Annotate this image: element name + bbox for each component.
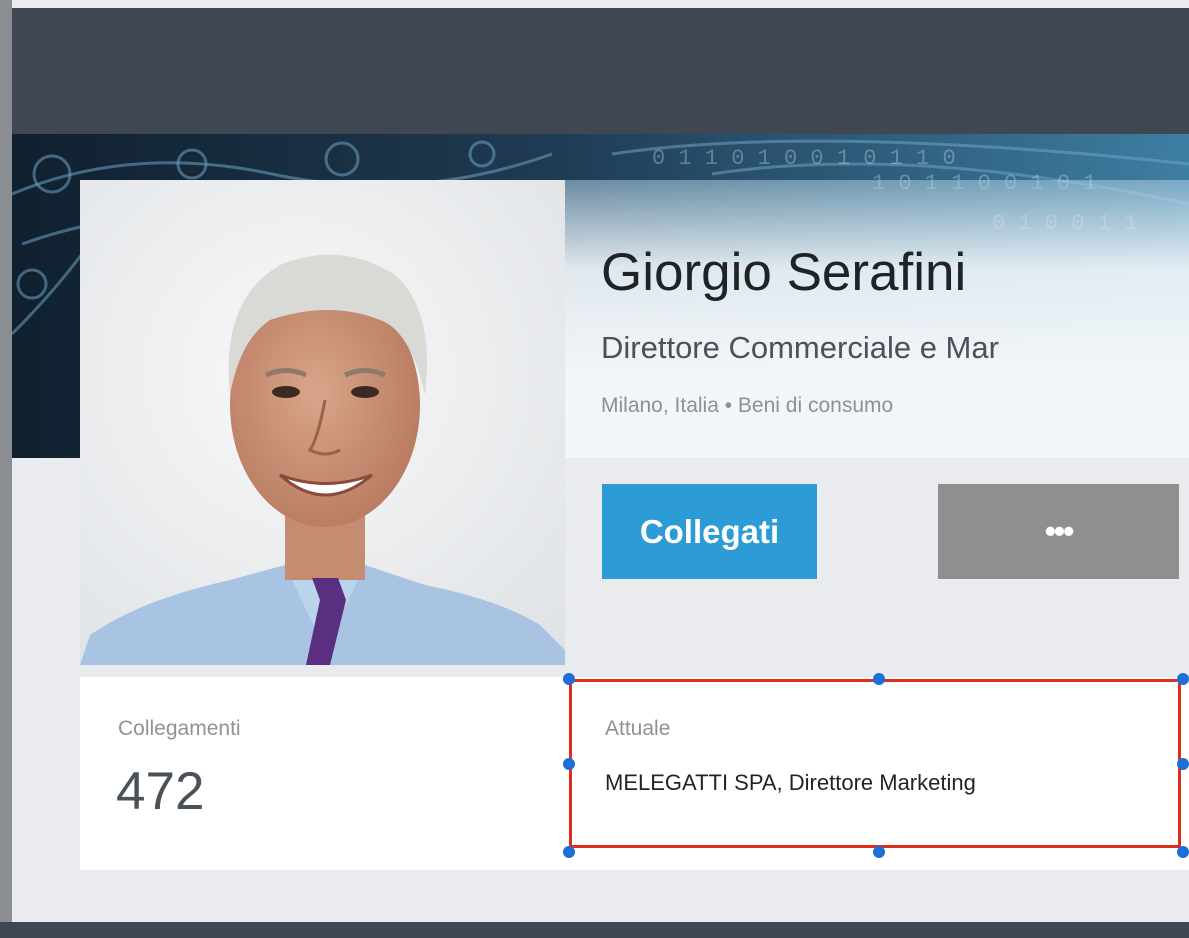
more-options-button[interactable]: ••• <box>938 484 1179 579</box>
resize-handle-middle-left[interactable] <box>563 758 575 770</box>
resize-handle-top-right[interactable] <box>1177 673 1189 685</box>
selection-outline[interactable] <box>569 679 1181 848</box>
resize-handle-top-center[interactable] <box>873 673 885 685</box>
connections-count[interactable]: 472 <box>116 761 204 822</box>
bottom-bar <box>0 922 1189 938</box>
profile-name: Giorgio Serafini <box>601 243 967 302</box>
resize-handle-bottom-center[interactable] <box>873 846 885 858</box>
profile-headline: Direttore Commerciale e Mar <box>601 330 999 365</box>
profile-header-info: Giorgio Serafini Direttore Commerciale e… <box>565 180 1189 665</box>
connect-button[interactable]: Collegati <box>602 484 817 579</box>
window-left-edge <box>0 0 12 938</box>
profile-photo[interactable] <box>80 180 565 665</box>
profile-portrait-illustration <box>80 180 565 665</box>
svg-text:0 1 1 0 1 0 0 1 0 1 1 0: 0 1 1 0 1 0 0 1 0 1 1 0 <box>652 146 956 171</box>
top-navigation-bar <box>12 8 1189 134</box>
resize-handle-bottom-left[interactable] <box>563 846 575 858</box>
resize-handle-bottom-right[interactable] <box>1177 846 1189 858</box>
profile-location-industry: Milano, Italia • Beni di consumo <box>601 394 894 417</box>
resize-handle-top-left[interactable] <box>563 673 575 685</box>
connections-label: Collegamenti <box>118 717 241 740</box>
resize-handle-middle-right[interactable] <box>1177 758 1189 770</box>
